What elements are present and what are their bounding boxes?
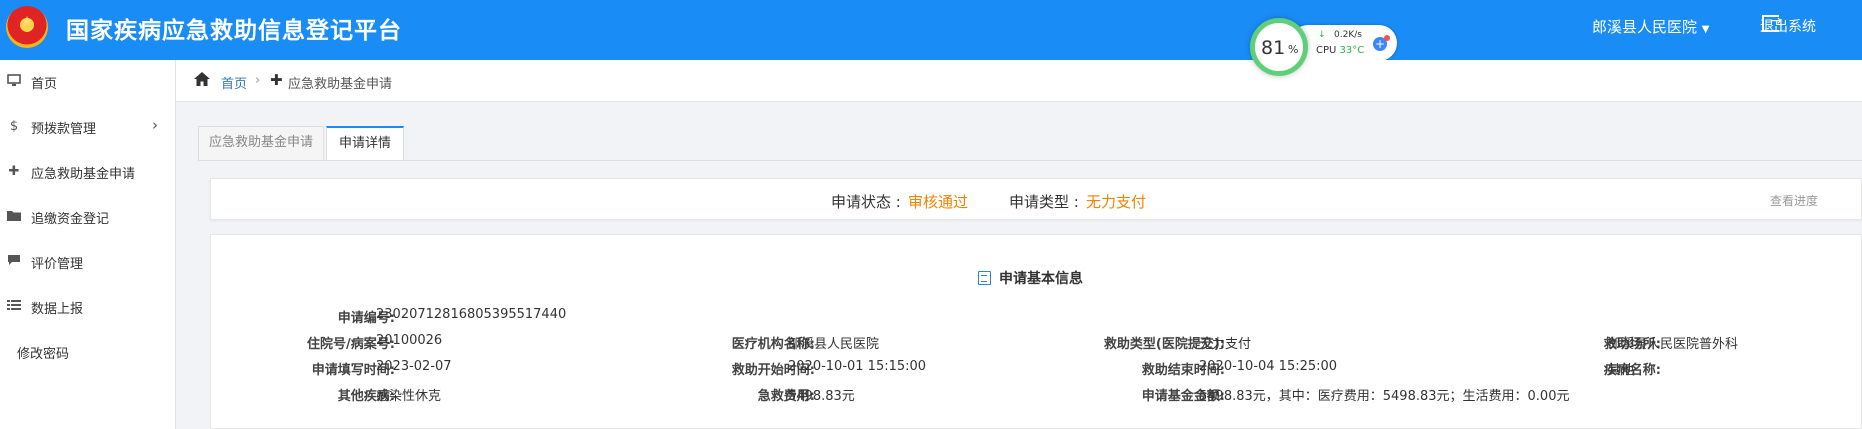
other-disease-value: 感染性休克 bbox=[376, 389, 442, 404]
chevron-right-icon: › bbox=[152, 116, 158, 134]
sidebar-item-label: 首页 bbox=[31, 77, 58, 92]
breadcrumb-current: 应急救助基金申请 bbox=[288, 77, 393, 92]
fill-time-value: 2023-02-07 bbox=[376, 359, 452, 374]
end-time-value: 2020-10-04 15:25:00 bbox=[1199, 359, 1338, 374]
emergency-fee-value: 5498.83元 bbox=[788, 389, 855, 404]
inpatient-no-label: 住院号/病案号: bbox=[307, 337, 395, 352]
inpatient-no-value: 20100026 bbox=[376, 333, 443, 348]
edit-form-icon bbox=[978, 271, 991, 285]
hospital-name: 郎溪县人民医院 bbox=[1592, 18, 1698, 36]
system-monitor-widget[interactable]: 81 % ↓ 0.2K/s CPU 33°C + bbox=[1250, 18, 1397, 76]
sidebar-item-evaluation[interactable]: 评价管理 bbox=[0, 240, 176, 285]
app-no-label: 申请编号: bbox=[337, 311, 395, 326]
disease-value: 其他 bbox=[1608, 363, 1635, 378]
sidebar-item-prepayment[interactable]: $ 预拨款管理 › bbox=[0, 105, 176, 150]
fund-amount-value: 5498.83元，其中：医疗费用：5498.83元；生活费用：0.00元 bbox=[1199, 389, 1570, 404]
notification-dot bbox=[1384, 35, 1390, 41]
sidebar-item-change-password[interactable]: 修改密码 bbox=[0, 330, 176, 375]
aid-place-value: 郎溪县人民医院普外科 bbox=[1608, 337, 1739, 352]
network-speed: 0.2K/s bbox=[1334, 30, 1362, 40]
fund-amount-label: 申请基金金额: bbox=[1141, 389, 1225, 404]
status-label: 申请状态 : bbox=[831, 193, 901, 211]
cpu-readout: CPU 33°C bbox=[1316, 45, 1364, 56]
monitor-icon bbox=[6, 74, 22, 91]
sidebar-item-recovery[interactable]: 追缴资金登记 bbox=[0, 195, 176, 240]
type-label: 申请类型 : bbox=[1009, 193, 1079, 211]
sidebar-item-label: 追缴资金登记 bbox=[31, 212, 110, 227]
logout-button[interactable]: 退出系统 bbox=[1760, 16, 1816, 36]
comment-icon bbox=[6, 254, 22, 270]
status-value: 审核通过 bbox=[908, 193, 969, 211]
dollar-icon: $ bbox=[9, 119, 19, 134]
sidebar-item-label: 应急救助基金申请 bbox=[31, 167, 136, 182]
memory-gauge[interactable]: 81 % bbox=[1250, 18, 1308, 76]
app-no-value: 23020712816805395517440 bbox=[376, 307, 567, 322]
home-icon[interactable] bbox=[194, 71, 210, 90]
top-header: ★ 国家疾病应急救助信息登记平台 81 % ↓ 0.2K/s CPU 33°C … bbox=[0, 0, 1862, 76]
memory-percent: 81 bbox=[1261, 37, 1286, 59]
sidebar-item-label: 评价管理 bbox=[31, 257, 84, 272]
breadcrumb-home-link[interactable]: 首页 bbox=[221, 73, 247, 92]
end-time-label: 救助结束时间: bbox=[1141, 363, 1225, 378]
breadcrumb-separator: › bbox=[255, 73, 261, 88]
cpu-label: CPU bbox=[1316, 45, 1337, 56]
national-emblem-icon: ★ bbox=[6, 6, 48, 48]
start-time-value: 2020-10-01 15:15:00 bbox=[788, 359, 927, 374]
org-name-value: 郎溪县人民医院 bbox=[788, 337, 880, 352]
tab-divider bbox=[198, 160, 1862, 161]
sidebar-item-fund-application[interactable]: ✚ 应急救助基金申请 bbox=[0, 150, 176, 195]
other-disease-label: 其他疾病: bbox=[337, 389, 395, 404]
breadcrumb: 首页 › ✚ 应急救助基金申请 bbox=[176, 60, 1862, 102]
sidebar-item-data-report[interactable]: 数据上报 bbox=[0, 285, 176, 330]
cpu-temp: 33°C bbox=[1339, 45, 1365, 56]
sidebar-item-label: 数据上报 bbox=[31, 302, 84, 317]
type-value: 无力支付 bbox=[1086, 193, 1147, 211]
disease-label: 疾病名称: bbox=[1603, 363, 1661, 378]
download-arrow-icon: ↓ bbox=[1318, 30, 1326, 40]
tab-fund-application[interactable]: 应急救助基金申请 bbox=[198, 126, 324, 160]
section-title: 申请基本信息 bbox=[999, 271, 1083, 287]
app-title: 国家疾病应急救助信息登记平台 bbox=[66, 18, 402, 44]
list-icon bbox=[6, 299, 22, 315]
status-panel: 申请状态 : 审核通过 申请类型 : 无力支付 查看进度 bbox=[210, 178, 1862, 220]
sidebar-item-label: 修改密码 bbox=[17, 347, 70, 362]
folder-icon bbox=[6, 209, 22, 225]
plus-icon: ✚ bbox=[270, 71, 283, 89]
view-progress-link[interactable]: 查看进度 bbox=[1770, 192, 1818, 209]
sidebar: 首页 $ 预拨款管理 › ✚ 应急救助基金申请 追缴资金登记 评价管理 数据上报… bbox=[0, 60, 176, 429]
tab-application-detail[interactable]: 申请详情 bbox=[326, 126, 404, 160]
sidebar-item-home[interactable]: 首页 bbox=[0, 60, 176, 105]
aid-type-label: 救助类型(医院提交): bbox=[1103, 337, 1225, 352]
sidebar-item-label: 预拨款管理 bbox=[31, 122, 97, 137]
fill-time-label: 申请填写时间: bbox=[311, 363, 395, 378]
aid-type-value: 无力支付 bbox=[1199, 337, 1252, 352]
basic-info-panel: 申请基本信息 申请编号: 23020712816805395517440 住院号… bbox=[210, 234, 1862, 429]
hospital-dropdown[interactable]: 郎溪县人民医院 ▼ bbox=[1592, 16, 1710, 37]
plus-icon: ✚ bbox=[8, 164, 20, 179]
memory-percent-unit: % bbox=[1288, 43, 1299, 56]
caret-down-icon: ▼ bbox=[1701, 24, 1710, 35]
